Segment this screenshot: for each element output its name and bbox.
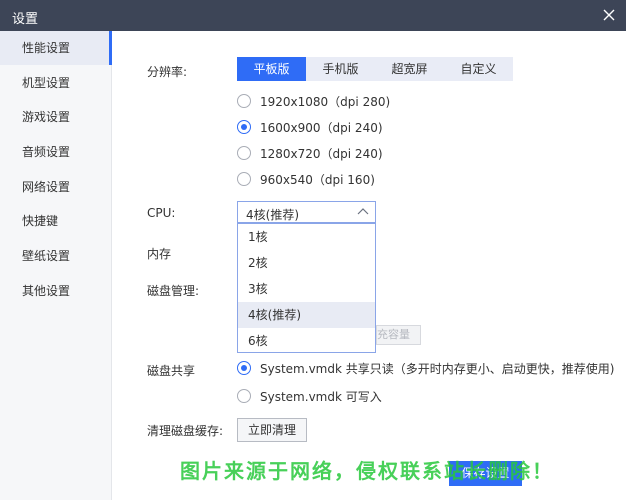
disk-label: 磁盘管理: xyxy=(147,284,200,298)
cpu-option-1[interactable]: 1核 xyxy=(238,224,375,250)
cpu-option-2[interactable]: 2核 xyxy=(238,250,375,276)
disk-share-label: 磁盘共享 xyxy=(147,364,196,378)
sidebar-item-label: 游戏设置 xyxy=(22,110,71,124)
watermark-text: 图片来源于网络，侵权联系站长删除！ xyxy=(180,459,554,483)
cpu-select[interactable]: 4核(推荐) xyxy=(237,201,376,223)
radio-button[interactable] xyxy=(237,146,251,160)
radio-label: 1920x1080（dpi 280) xyxy=(260,94,391,109)
sidebar-item-label: 性能设置 xyxy=(22,41,71,55)
sidebar-item-label: 音频设置 xyxy=(22,145,71,159)
sidebar-item-label: 其他设置 xyxy=(22,284,71,298)
sidebar-item-game[interactable]: 游戏设置 xyxy=(0,100,112,134)
tab-custom[interactable]: 自定义 xyxy=(444,57,513,81)
sidebar-item-model[interactable]: 机型设置 xyxy=(0,66,112,100)
window-title: 设置 xyxy=(12,12,39,27)
tab-tablet[interactable]: 平板版 xyxy=(237,57,306,81)
sidebar-item-hotkeys[interactable]: 快捷键 xyxy=(0,204,112,238)
sidebar-item-audio[interactable]: 音频设置 xyxy=(0,135,112,169)
cpu-select-value: 4核(推荐) xyxy=(246,208,299,222)
resolution-label: 分辨率: xyxy=(147,65,188,79)
memory-label: 内存 xyxy=(147,247,172,261)
expand-capacity-label: 充容量 xyxy=(377,328,410,341)
sidebar-item-label: 壁纸设置 xyxy=(22,249,71,263)
tab-ultrawide[interactable]: 超宽屏 xyxy=(375,57,444,81)
radio-label: 960x540（dpi 160) xyxy=(260,172,375,187)
sidebar-item-other[interactable]: 其他设置 xyxy=(0,274,112,308)
close-icon[interactable] xyxy=(600,6,618,24)
radio-button[interactable] xyxy=(237,389,251,403)
radio-label: System.vmdk 共享只读（多开时内存更小、启动更快，推荐使用) xyxy=(260,361,615,376)
title-bar: 设置 xyxy=(0,0,626,31)
resolution-tabs: 平板版 手机版 超宽屏 自定义 xyxy=(237,57,513,81)
clear-now-button[interactable]: 立即清理 xyxy=(237,418,307,442)
cpu-option-6[interactable]: 6核 xyxy=(238,328,375,354)
sidebar-item-label: 快捷键 xyxy=(22,214,59,228)
radio-label: System.vmdk 可写入 xyxy=(260,389,382,404)
sidebar-item-wallpaper[interactable]: 壁纸设置 xyxy=(0,239,112,273)
cpu-dropdown-list: 1核 2核 3核 4核(推荐) 6核 xyxy=(237,223,376,353)
resolution-option-1920[interactable]: 1920x1080（dpi 280) xyxy=(237,91,390,111)
radio-button[interactable] xyxy=(237,94,251,108)
radio-button-selected[interactable] xyxy=(237,120,251,134)
sidebar-item-label: 机型设置 xyxy=(22,76,71,90)
cpu-option-3[interactable]: 3核 xyxy=(238,276,375,302)
cpu-label: CPU: xyxy=(147,206,176,220)
resolution-option-1280[interactable]: 1280x720（dpi 240) xyxy=(237,143,383,163)
sidebar-item-performance[interactable]: 性能设置 xyxy=(0,31,112,65)
sidebar-item-label: 网络设置 xyxy=(22,180,71,194)
radio-label: 1600x900（dpi 240) xyxy=(260,120,383,135)
sidebar-item-network[interactable]: 网络设置 xyxy=(0,170,112,204)
disk-share-option-writable[interactable]: System.vmdk 可写入 xyxy=(237,386,382,406)
cpu-option-4[interactable]: 4核(推荐) xyxy=(238,302,375,328)
clear-cache-label: 清理磁盘缓存: xyxy=(147,424,224,438)
resolution-option-1600[interactable]: 1600x900（dpi 240) xyxy=(237,117,383,137)
radio-button[interactable] xyxy=(237,172,251,186)
disk-share-option-readonly[interactable]: System.vmdk 共享只读（多开时内存更小、启动更快，推荐使用) xyxy=(237,358,614,378)
resolution-option-960[interactable]: 960x540（dpi 160) xyxy=(237,169,375,189)
radio-button-selected[interactable] xyxy=(237,361,251,375)
expand-capacity-button[interactable]: 充容量 xyxy=(376,325,421,345)
tab-phone[interactable]: 手机版 xyxy=(306,57,375,81)
radio-label: 1280x720（dpi 240) xyxy=(260,146,383,161)
chevron-up-icon xyxy=(357,208,369,215)
sidebar: 性能设置 机型设置 游戏设置 音频设置 网络设置 快捷键 壁纸设置 其他设置 xyxy=(0,31,112,500)
